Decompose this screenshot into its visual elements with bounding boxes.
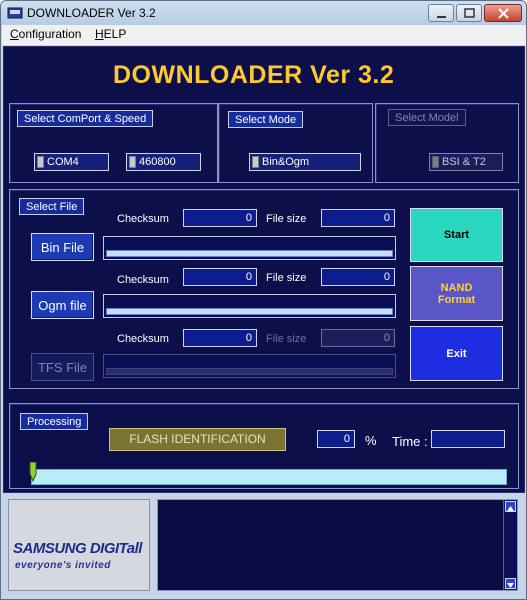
ogm-progress-fill xyxy=(106,308,393,315)
window-title: DOWNLOADER Ver 3.2 xyxy=(27,6,156,20)
bin-filesize-label: File size xyxy=(266,213,307,225)
arrow-up-icon xyxy=(507,506,514,511)
maximize-icon xyxy=(464,8,475,18)
bin-progress-bar xyxy=(103,236,396,260)
time-field xyxy=(431,430,505,448)
logo-tagline: everyone's invited xyxy=(15,560,111,571)
model-group-label: Select Model xyxy=(388,109,466,126)
exit-button[interactable]: Exit xyxy=(410,326,503,381)
menu-help-label: ELP xyxy=(103,27,127,41)
mode-group-label: Select Mode xyxy=(228,111,304,128)
speed-select[interactable]: 460800 xyxy=(126,153,201,171)
menu-configuration-label: onfiguration xyxy=(18,27,82,41)
nand-label: NAND xyxy=(440,281,473,294)
overall-progress-bar xyxy=(31,469,507,485)
comport-select[interactable]: COM4 xyxy=(34,153,109,171)
nand-format-button[interactable]: NAND Format xyxy=(410,266,503,321)
processing-group-label: Processing xyxy=(20,413,89,430)
title-bar: DOWNLOADER Ver 3.2 xyxy=(1,1,526,25)
menu-help-mnemonic: H xyxy=(95,27,104,41)
logo-wordmark: SAMSUNG DIGITall xyxy=(13,540,142,557)
start-button[interactable]: Start xyxy=(410,208,503,262)
mode-select[interactable]: Bin&Ogm xyxy=(249,153,361,171)
tfs-progress-fill xyxy=(106,368,393,375)
tfs-checksum-label: Checksum xyxy=(117,333,169,345)
scroll-up-button[interactable] xyxy=(505,501,516,512)
minimize-button[interactable] xyxy=(428,4,454,22)
file-group-label: Select File xyxy=(19,198,85,215)
log-scrollbar[interactable] xyxy=(503,500,517,590)
speed-value: 460800 xyxy=(139,156,176,168)
status-display: FLASH IDENTIFICATION xyxy=(109,428,286,451)
ogm-checksum-field: 0 xyxy=(183,268,257,286)
minimize-icon xyxy=(437,16,446,18)
tfs-progress-bar xyxy=(103,354,396,378)
time-label: Time : xyxy=(392,434,428,449)
tfs-filesize-label: File size xyxy=(266,333,307,345)
downloader-window: DOWNLOADER Ver 3.2 Configuration HELP DO… xyxy=(0,0,527,600)
arrow-down-icon xyxy=(507,583,514,588)
tfs-file-button[interactable]: TFS File xyxy=(31,353,94,381)
bin-checksum-field: 0 xyxy=(183,209,257,227)
mode-spin-icon[interactable] xyxy=(252,156,259,168)
ogm-file-button[interactable]: Ogm file xyxy=(31,291,94,319)
close-icon xyxy=(498,8,509,19)
bin-checksum-label: Checksum xyxy=(117,213,169,225)
ogm-filesize-label: File size xyxy=(266,272,307,284)
start-label: Start xyxy=(443,229,470,241)
speed-spin-icon[interactable] xyxy=(129,156,136,168)
bin-file-button[interactable]: Bin File xyxy=(31,233,94,261)
ogm-filesize-field: 0 xyxy=(321,268,395,286)
tfs-checksum-field: 0 xyxy=(183,329,257,347)
log-output-area[interactable] xyxy=(157,499,518,591)
menu-bar: Configuration HELP xyxy=(2,25,526,45)
mode-value: Bin&Ogm xyxy=(262,156,310,168)
comport-group-label: Select ComPort & Speed xyxy=(17,110,154,127)
ogm-progress-bar xyxy=(103,294,396,318)
exit-label: Exit xyxy=(446,347,467,360)
comport-spin-icon[interactable] xyxy=(37,156,44,168)
model-select[interactable]: BSI & T2 xyxy=(429,153,503,171)
percent-field: 0 xyxy=(317,430,355,448)
app-title: DOWNLOADER Ver 3.2 xyxy=(113,61,395,89)
samsung-logo: SAMSUNG DIGITall everyone's invited xyxy=(8,499,150,591)
ogm-checksum-label: Checksum xyxy=(117,274,169,286)
maximize-button[interactable] xyxy=(456,4,482,22)
percent-sign: % xyxy=(365,433,377,448)
model-value: BSI & T2 xyxy=(442,156,486,168)
progress-marker-icon xyxy=(29,462,37,482)
menu-configuration-mnemonic: C xyxy=(10,27,19,41)
scroll-down-button[interactable] xyxy=(505,578,516,589)
tfs-filesize-field: 0 xyxy=(321,329,395,347)
bin-progress-fill xyxy=(106,250,393,257)
comport-value: COM4 xyxy=(47,156,79,168)
menu-configuration[interactable]: Configuration xyxy=(10,27,81,41)
format-label: Format xyxy=(437,293,476,306)
bin-filesize-field: 0 xyxy=(321,209,395,227)
close-button[interactable] xyxy=(484,4,522,22)
model-spin-icon[interactable] xyxy=(432,156,439,168)
app-icon xyxy=(7,7,23,19)
menu-help[interactable]: HELP xyxy=(95,27,126,41)
